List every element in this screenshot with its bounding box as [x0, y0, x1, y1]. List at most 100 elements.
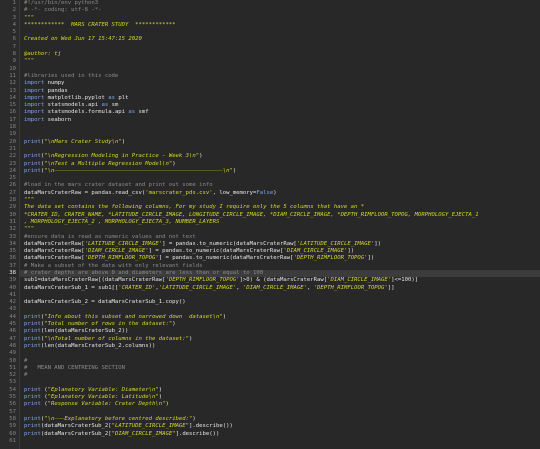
code-line[interactable]: dataMarsCraterRaw['LATITUDE_CIRCLE_IMAGE… [20, 241, 540, 248]
code-line[interactable]: # -*- coding: utf-8 -*- [20, 7, 540, 14]
code-line[interactable] [20, 438, 540, 445]
code-token: ) [222, 313, 227, 320]
code-line[interactable]: #!/usr/bin/env python3 [20, 0, 540, 7]
code-line[interactable]: """ [20, 226, 540, 233]
code-line[interactable]: print("\nMars Crater Study\n") [20, 139, 540, 146]
line-number: 32 [9, 226, 16, 233]
code-line[interactable]: print(len(dataMarsCraterSub_2.columns)) [20, 343, 540, 350]
code-line[interactable] [20, 350, 540, 357]
code-token: The data set contains the following colu… [24, 204, 365, 211]
code-token: Created on Wed Jun 17 15:47:15 2020 [24, 36, 142, 43]
code-line[interactable]: #ensure data is read as numeric values a… [20, 234, 540, 241]
code-token: "LATITUDE_CIRCLE_IMAGE" [111, 423, 190, 430]
code-line[interactable]: print("Info about this subset and narrow… [20, 314, 540, 321]
code-line[interactable]: print("\nTest a Multiple Regression Mode… [20, 161, 540, 168]
code-line[interactable] [20, 306, 540, 313]
code-line[interactable]: """ [20, 197, 540, 204]
code-line[interactable]: print("\n———————————————————————————————… [20, 168, 540, 175]
code-token: dataMarsCraterSub_1 = sub1[[ [24, 284, 119, 291]
code-line[interactable]: import statsmodels.api as sm [20, 102, 540, 109]
code-token: , [236, 284, 243, 291]
code-line[interactable]: """ [20, 15, 540, 22]
code-line[interactable]: dataMarsCraterSub_2 = dataMarsCraterSub_… [20, 299, 540, 306]
code-token: import [24, 109, 45, 116]
code-token: @author: tj [24, 51, 62, 58]
code-line[interactable]: # MEAN AND CENTREING SECTION [20, 365, 540, 372]
code-line[interactable]: *CRATER_ID, CRATER_NAME, *LATITUDE_CIRCL… [20, 212, 540, 219]
code-line[interactable]: print(len(dataMarsCraterSub_2)) [20, 328, 540, 335]
line-number: 50 [9, 357, 16, 364]
line-number-gutter: 1 2 3 4 5 6 7 8 9 10 11 12 13 14 15 16 17 18 19 20 21 22 23 24 2… [0, 0, 20, 449]
code-token: 'DEPTH_RIMFLOOR_TOPOG' [293, 255, 368, 262]
line-number: 5 [12, 29, 16, 36]
code-token: 'LATITUDE_CIRCLE_IMAGE' [296, 240, 375, 247]
line-number: 20 [9, 138, 16, 145]
code-token: print [24, 313, 41, 320]
code-line[interactable]: ************ MARS CRATER STUDY *********… [20, 22, 540, 29]
code-line[interactable]: # [20, 372, 540, 379]
code-line[interactable]: print(dataMarsCraterSub_2["DIAM_CIRCLE_I… [20, 431, 540, 438]
code-line[interactable]: print ("Response Variable: Crater Depth\… [20, 401, 540, 408]
line-number: 37 [9, 262, 16, 269]
line-number: 33 [9, 233, 16, 240]
code-line[interactable] [20, 175, 540, 182]
code-line[interactable]: # [20, 358, 540, 365]
code-token: print [24, 321, 41, 328]
line-number: 38 [9, 269, 16, 276]
code-line[interactable] [20, 379, 540, 386]
code-line[interactable]: import matplotlib.pyplot as plt [20, 95, 540, 102]
code-line[interactable]: , MORPHOLOGY_EJECTA_2 , MORPHOLOGY_EJECT… [20, 219, 540, 226]
code-line[interactable]: import statsmodels.formula.api as smf [20, 109, 540, 116]
code-line[interactable]: dataMarsCraterRaw = pandas.read_csv('mar… [20, 190, 540, 197]
code-line[interactable] [20, 124, 540, 131]
code-token: ( [40, 386, 48, 393]
code-token: numpy [44, 80, 65, 87]
code-line[interactable] [20, 409, 540, 416]
code-line[interactable]: sub1=dataMarsCraterRaw[(dataMarsCraterRa… [20, 277, 540, 284]
code-line[interactable]: print ("Eplanatory Variable: Diameter\n"… [20, 387, 540, 394]
line-number: 15 [9, 102, 16, 109]
line-number: 53 [9, 379, 16, 386]
code-line[interactable]: print("Total number of rows in the datas… [20, 321, 540, 328]
code-line[interactable]: import seaborn [20, 117, 540, 124]
code-line[interactable]: # crater depths are above 0 and diameter… [20, 269, 540, 278]
code-line[interactable]: print ("Eplanatory Variable: Latitude\n"… [20, 394, 540, 401]
code-line[interactable]: #libraries used in this code [20, 73, 540, 80]
line-number: 45 [9, 321, 16, 328]
code-line[interactable]: dataMarsCraterRaw['DIAM_CIRCLE_IMAGE'] =… [20, 248, 540, 255]
line-number: 12 [9, 80, 16, 87]
code-line[interactable]: The data set contains the following colu… [20, 204, 540, 211]
code-line[interactable]: print("\nRegression Modeling in Practice… [20, 153, 540, 160]
code-line[interactable] [20, 44, 540, 51]
code-line[interactable]: @author: tj [20, 51, 540, 58]
code-line[interactable]: # Make a subset of the data with only re… [20, 263, 540, 270]
code-line[interactable]: #load in the mars crater dataset and pri… [20, 182, 540, 189]
code-line[interactable] [20, 146, 540, 153]
code-token: print [24, 430, 41, 437]
code-line[interactable]: import pandas [20, 88, 540, 95]
code-line[interactable]: import numpy [20, 80, 540, 87]
code-line[interactable]: print("\nTotal number of columns in the … [20, 336, 540, 343]
code-token: 'DEPTH_RIMFLOOR_TOPOG' [84, 255, 159, 262]
code-line[interactable]: print(dataMarsCraterSub_2["LATITUDE_CIRC… [20, 423, 540, 430]
code-token: "Eplanatory Variable: Diameter\n" [47, 386, 159, 393]
code-editor[interactable]: 1 2 3 4 5 6 7 8 9 10 11 12 13 14 15 16 17 18 19 20 21 22 23 24 2… [0, 0, 540, 449]
code-line[interactable]: Created on Wed Jun 17 15:47:15 2020 [20, 36, 540, 43]
code-token: # crater depths are above 0 and diameter… [24, 269, 264, 276]
code-token: print [24, 423, 41, 430]
line-number: 25 [9, 175, 16, 182]
code-token: dataMarsCraterRaw[ [24, 255, 85, 262]
code-line[interactable]: """ [20, 58, 540, 65]
code-line[interactable] [20, 292, 540, 299]
code-line[interactable] [20, 131, 540, 138]
line-number: 18 [9, 124, 16, 131]
code-line[interactable]: dataMarsCraterRaw['DEPTH_RIMFLOOR_TOPOG'… [20, 255, 540, 262]
code-line[interactable]: print("\n———Explanatory before centred d… [20, 416, 540, 423]
code-token: , low_memory= [212, 189, 257, 196]
code-line[interactable] [20, 66, 540, 73]
code-token: import [24, 87, 45, 94]
code-line[interactable]: dataMarsCraterSub_1 = sub1[['CRATER_ID',… [20, 285, 540, 292]
code-area[interactable]: #!/usr/bin/env python3 # -*- coding: utf-… [20, 0, 540, 449]
code-line[interactable] [20, 29, 540, 36]
code-token: import [24, 80, 45, 87]
